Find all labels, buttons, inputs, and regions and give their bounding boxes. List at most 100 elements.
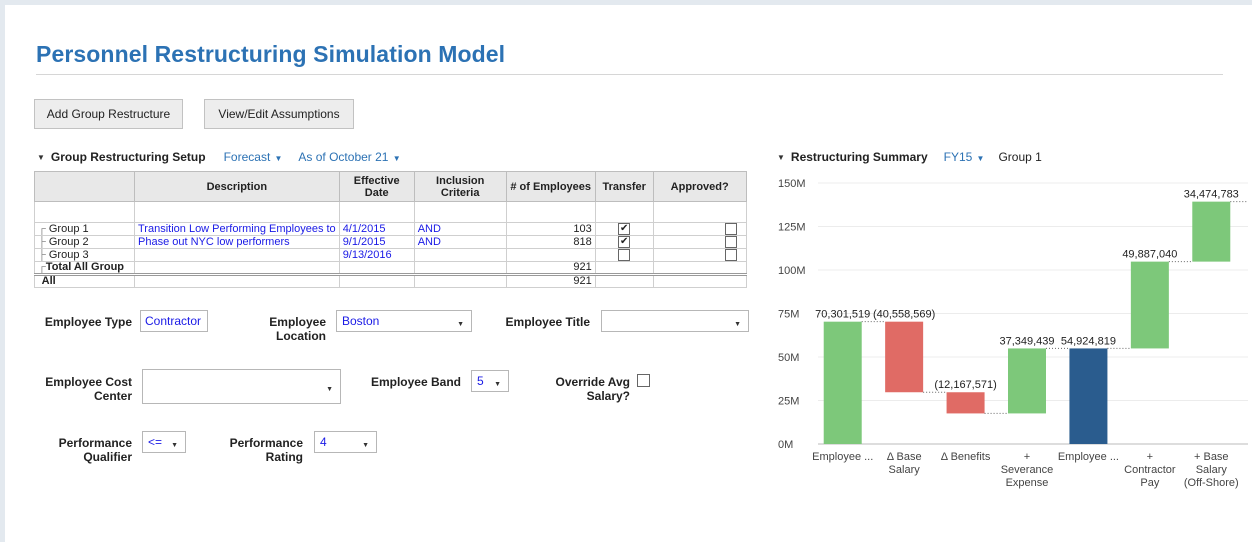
x-tick-label: Salary (889, 464, 921, 476)
approved-cell (652, 235, 747, 249)
cost-center-label: Employee Cost Center (45, 375, 132, 403)
column-header: # of Employees (505, 171, 596, 202)
performance-rating-label: Performance Rating (229, 436, 303, 464)
employee-band-dropdown[interactable]: 5 ▼ (471, 370, 509, 392)
x-tick-label: Severance (1001, 464, 1054, 476)
y-tick-label: 50M (778, 352, 799, 364)
x-tick-label: Pay (1140, 477, 1159, 489)
approved-checkbox[interactable] (724, 236, 737, 248)
performance-qualifier-dropdown[interactable]: <= ▼ (142, 431, 186, 453)
waterfall-bar[interactable] (885, 321, 924, 393)
approved-cell (652, 248, 747, 262)
column-header-blank (34, 171, 135, 202)
add-group-restructure-button[interactable]: Add Group Restructure (34, 99, 183, 129)
column-header: Effective Date (338, 171, 415, 202)
waterfall-bar[interactable] (1130, 261, 1169, 349)
as-of-label: As of October 21 (298, 150, 389, 164)
performance-qualifier-label: Performance Qualifier (58, 436, 132, 464)
table-row[interactable]: ┌ Group 1 Transition Low Performing Empl… (34, 222, 747, 236)
x-tick-label: + (1024, 451, 1030, 463)
table-row[interactable]: ├ Group 3 9/13/2016 (34, 248, 747, 262)
waterfall-bar[interactable] (1008, 348, 1046, 414)
x-tick-label: Employee ... (812, 451, 873, 463)
x-tick-label: Employee ... (1058, 451, 1119, 463)
effective-date-cell[interactable]: 9/1/2015 (338, 235, 415, 249)
y-tick-label: 0M (778, 439, 793, 451)
description-cell[interactable] (134, 248, 340, 262)
chevron-down-icon: ▼ (362, 442, 369, 449)
chevron-down-icon: ▼ (457, 321, 464, 328)
title-divider (36, 74, 1223, 75)
table-row[interactable]: ├ Group 2 Phase out NYC low performers 9… (34, 235, 747, 249)
x-tick-label: (Off-Shore) (1184, 477, 1239, 489)
total-employees-cell: 921 (505, 261, 596, 276)
x-tick-label: Contractor (1124, 464, 1176, 476)
waterfall-bar[interactable] (1069, 348, 1108, 444)
data-label: 70,301,519 (815, 309, 870, 321)
as-of-dropdown[interactable]: As of October 21 ▼ (298, 150, 400, 164)
all-employees-cell: 921 (505, 274, 596, 288)
x-tick-label: Expense (1006, 477, 1049, 489)
effective-date-cell[interactable]: 9/13/2016 (338, 248, 415, 262)
employee-count-cell: 818 (505, 235, 596, 249)
row-name: ├ Group 2 (34, 235, 135, 249)
employee-band-value: 5 (477, 374, 484, 388)
transfer-checkbox[interactable]: ✔ (618, 236, 631, 248)
waterfall-bar[interactable] (1192, 201, 1231, 262)
setup-section-header: ▼ Group Restructuring Setup Forecast ▼ A… (37, 150, 401, 164)
waterfall-bar[interactable] (823, 321, 862, 444)
data-label: 49,887,040 (1122, 249, 1177, 261)
employee-title-label: Employee Title (505, 315, 590, 329)
total-row: ┌Total All Group 921 (34, 261, 747, 276)
employee-location-dropdown[interactable]: Boston ▼ (336, 310, 472, 332)
forecast-label: Forecast (223, 150, 271, 164)
x-tick-label: + Base (1194, 451, 1229, 463)
override-salary-checkbox[interactable] (637, 374, 650, 387)
x-tick-label: + (1147, 451, 1153, 463)
effective-date-cell[interactable]: 4/1/2015 (338, 222, 415, 236)
forecast-dropdown[interactable]: Forecast ▼ (224, 150, 283, 164)
transfer-cell (594, 248, 654, 262)
employee-title-dropdown[interactable]: ▼ (601, 310, 749, 332)
transfer-cell: ✔ (594, 235, 654, 249)
x-tick-label: Δ Base (887, 451, 922, 463)
row-name: ├ Group 3 (34, 248, 135, 262)
approved-checkbox[interactable] (724, 249, 737, 261)
y-tick-label: 75M (778, 309, 799, 321)
inclusion-criteria-cell[interactable]: AND (413, 235, 507, 249)
description-cell[interactable]: Phase out NYC low performers (134, 235, 340, 249)
collapse-caret-icon[interactable]: ▼ (37, 153, 45, 162)
employee-count-cell: 103 (505, 222, 596, 236)
override-salary-label: Override Avg Salary? (555, 375, 630, 403)
transfer-checkbox[interactable]: ✔ (618, 223, 631, 235)
y-tick-label: 25M (778, 396, 799, 408)
performance-rating-value: 4 (320, 435, 327, 449)
chevron-down-icon: ▼ (326, 386, 333, 393)
all-row: ‾All 921 (34, 274, 747, 288)
data-label: (40,558,569) (873, 309, 935, 321)
employee-type-label: Employee Type (44, 315, 132, 329)
column-header: Description (134, 171, 340, 202)
inclusion-criteria-cell[interactable]: AND (413, 222, 507, 236)
approved-cell (652, 222, 747, 236)
employee-location-label: Employee Location (269, 315, 326, 343)
performance-qualifier-value: <= (148, 435, 163, 449)
column-header: Transfer (594, 171, 654, 202)
chevron-down-icon: ▼ (734, 321, 741, 328)
data-label: 54,924,819 (1061, 335, 1116, 347)
row-name: ‾All (34, 274, 135, 288)
transfer-checkbox[interactable] (618, 249, 631, 261)
approved-checkbox[interactable] (724, 223, 737, 235)
data-label: (12,167,571) (934, 379, 996, 391)
inclusion-criteria-cell[interactable] (413, 248, 507, 262)
waterfall-bar[interactable] (946, 392, 985, 414)
description-cell[interactable]: Transition Low Performing Employees to (134, 222, 340, 236)
employee-type-field[interactable]: Contractor (140, 310, 208, 332)
performance-rating-dropdown[interactable]: 4 ▼ (314, 431, 377, 453)
cost-center-dropdown[interactable]: ▼ (142, 369, 341, 404)
view-edit-assumptions-button[interactable]: View/Edit Assumptions (204, 99, 354, 129)
page-title: Personnel Restructuring Simulation Model (36, 41, 506, 67)
chevron-down-icon: ▼ (390, 154, 401, 163)
employee-band-label: Employee Band (370, 375, 461, 389)
data-label: 34,474,783 (1184, 189, 1239, 201)
